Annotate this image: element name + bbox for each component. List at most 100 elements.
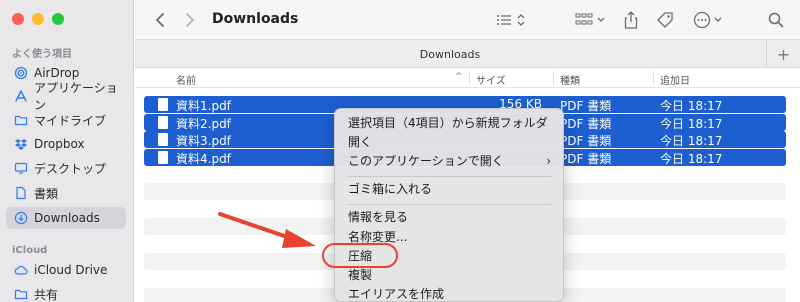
column-header-row: 名前 ^ サイズ 種類 追加日 (135, 68, 800, 88)
close-window-button[interactable] (12, 13, 24, 25)
tag-button[interactable] (653, 9, 677, 31)
column-header-size[interactable]: サイズ (476, 72, 506, 87)
file-date-added: 今日 18:17 (660, 134, 723, 148)
search-button[interactable] (765, 9, 787, 31)
sidebar-item-dropbox[interactable]: Dropbox (6, 133, 126, 155)
menu-item-label: ゴミ箱に入れる (348, 182, 433, 196)
document-icon (14, 186, 28, 200)
download-icon (14, 211, 28, 225)
menu-item-label: 開く (348, 135, 373, 149)
file-kind: PDF 書類 (560, 99, 612, 113)
icloud-section-title: iCloud (12, 245, 48, 256)
pdf-file-icon (158, 98, 168, 111)
sidebar-item-desktop[interactable]: デスクトップ (6, 157, 126, 179)
desktop-icon (14, 161, 28, 175)
file-name: 資料1.pdf (176, 99, 231, 113)
share-button[interactable] (620, 9, 642, 31)
chevron-right-icon (186, 13, 195, 27)
file-name: 資料4.pdf (176, 152, 231, 166)
sidebar-item-label: Downloads (34, 211, 100, 225)
column-header-date-added[interactable]: 追加日 (660, 72, 690, 87)
sidebar-item-shared[interactable]: 共有 (6, 283, 126, 302)
sidebar: よく使う項目 AirDrop アプリケーション マイドライブ Dropbox デ… (0, 0, 134, 302)
pdf-file-icon (158, 133, 168, 146)
highlight-ring-annotation (322, 243, 398, 268)
sidebar-item-my-drive[interactable]: マイドライブ (6, 109, 126, 131)
menu-item-label: 選択項目（4項目）から新規フォルダ (348, 116, 548, 130)
sidebar-item-label: デスクトップ (34, 161, 107, 176)
file-name: 資料3.pdf (176, 134, 231, 148)
menu-separator (347, 176, 551, 177)
view-options-button[interactable] (493, 9, 533, 31)
grid-group-icon (575, 13, 605, 25)
column-divider[interactable] (469, 71, 470, 85)
column-divider[interactable] (553, 71, 554, 85)
sidebar-item-label: マイドライブ (34, 113, 107, 128)
sidebar-item-label: アプリケーション (34, 81, 118, 112)
cloud-icon (14, 263, 28, 277)
minimize-window-button[interactable] (32, 13, 44, 25)
file-date-added: 今日 18:17 (660, 152, 723, 166)
menu-item-label: エイリアスを作成 (348, 287, 445, 301)
tab-downloads[interactable]: Downloads (135, 48, 765, 61)
applications-icon (14, 89, 28, 103)
folder-icon (14, 113, 28, 127)
window-controls (12, 13, 64, 25)
menu-separator (347, 204, 551, 205)
sidebar-item-label: 書類 (34, 186, 59, 201)
shared-folder-icon (14, 287, 28, 301)
menu-item-open[interactable]: 開く (339, 133, 559, 152)
window-title: Downloads (212, 11, 299, 27)
ellipsis-circle-icon (693, 11, 722, 29)
menu-item-get-info[interactable]: 情報を見る (339, 208, 559, 227)
context-menu: 選択項目（4項目）から新規フォルダ 開く このアプリケーションで開く › ゴミ箱… (334, 108, 564, 302)
tab-bar: Downloads + (135, 40, 800, 68)
new-tab-button[interactable]: + (766, 40, 800, 68)
favorites-section-title: よく使う項目 (12, 49, 72, 60)
sidebar-item-label: Dropbox (34, 137, 85, 151)
search-icon (768, 12, 784, 28)
sidebar-item-label: iCloud Drive (34, 263, 108, 277)
column-header-kind[interactable]: 種類 (560, 72, 580, 87)
pdf-file-icon (158, 151, 168, 164)
pdf-file-icon (158, 116, 168, 129)
sidebar-item-label: AirDrop (34, 66, 80, 80)
tag-icon (657, 12, 673, 28)
toolbar: Downloads (135, 0, 800, 40)
airdrop-icon (14, 66, 28, 80)
menu-item-make-alias[interactable]: エイリアスを作成 (339, 285, 559, 301)
file-kind: PDF 書類 (560, 117, 612, 131)
sidebar-item-icloud-drive[interactable]: iCloud Drive (6, 259, 126, 281)
group-options-button[interactable] (572, 9, 612, 31)
sidebar-item-documents[interactable]: 書類 (6, 182, 126, 204)
menu-item-move-to-trash[interactable]: ゴミ箱に入れる (339, 180, 559, 199)
column-header-name[interactable]: 名前 (176, 72, 196, 87)
menu-item-label: このアプリケーションで開く (348, 154, 504, 168)
menu-item-label: 複製 (348, 268, 373, 282)
file-kind: PDF 書類 (560, 134, 612, 148)
menu-item-new-folder-with-selection[interactable]: 選択項目（4項目）から新規フォルダ (339, 114, 559, 133)
menu-item-label: 情報を見る (348, 210, 409, 224)
file-date-added: 今日 18:17 (660, 117, 723, 131)
sort-chevron-up-icon: ^ (455, 72, 463, 82)
file-kind: PDF 書類 (560, 152, 612, 166)
forward-button[interactable] (179, 9, 201, 31)
menu-item-label: 名称変更... (348, 230, 408, 244)
arrow-annotation-icon (218, 212, 316, 248)
share-icon (624, 11, 638, 29)
sidebar-item-downloads[interactable]: Downloads (6, 207, 126, 229)
chevron-left-icon (155, 13, 164, 27)
zoom-window-button[interactable] (52, 13, 64, 25)
menu-item-duplicate[interactable]: 複製 (339, 266, 559, 285)
more-actions-button[interactable] (691, 9, 727, 31)
file-name: 資料2.pdf (176, 117, 231, 131)
chevron-right-icon: › (546, 154, 551, 168)
dropbox-icon (14, 137, 28, 151)
file-date-added: 今日 18:17 (660, 99, 723, 113)
list-view-icon (497, 14, 525, 26)
sidebar-item-applications[interactable]: アプリケーション (6, 81, 126, 112)
column-divider[interactable] (653, 71, 654, 85)
menu-item-open-with[interactable]: このアプリケーションで開く › (339, 152, 559, 171)
back-button[interactable] (149, 9, 171, 31)
sidebar-item-label: 共有 (34, 287, 59, 302)
